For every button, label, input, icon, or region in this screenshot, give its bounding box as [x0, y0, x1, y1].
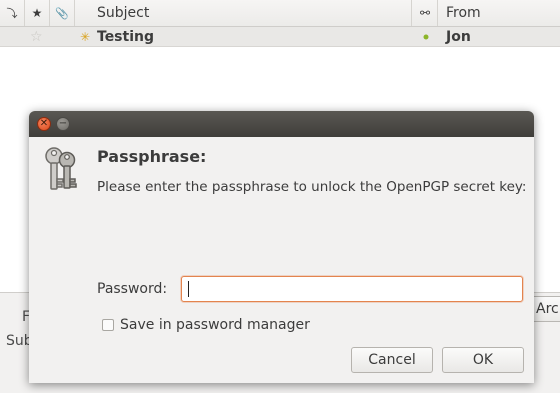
cancel-button[interactable]: Cancel	[351, 347, 433, 373]
passphrase-dialog: ✕ − Passphrase: Please enter the passphr	[29, 111, 534, 383]
correspondent-column-header[interactable]: ⚯	[413, 0, 438, 26]
thread-icon: ⤵	[6, 7, 18, 20]
subject-column-header[interactable]: Subject	[75, 0, 412, 26]
save-password-label[interactable]: Save in password manager	[120, 317, 310, 333]
archive-button[interactable]: Arc	[530, 296, 560, 322]
message-from: Jon	[446, 28, 471, 45]
attachment-column-header[interactable]: 📎	[50, 0, 75, 26]
subject-header-label: Subject	[97, 5, 150, 21]
dialog-title: Passphrase:	[97, 147, 207, 166]
from-column-header[interactable]: From	[438, 0, 560, 26]
text-cursor	[188, 281, 189, 297]
online-status-icon	[423, 27, 429, 46]
save-password-checkbox[interactable]	[102, 319, 114, 331]
password-field[interactable]	[181, 276, 523, 302]
keys-icon	[41, 145, 81, 197]
star-icon: ★	[31, 6, 43, 20]
password-label: Password:	[97, 281, 168, 297]
message-row[interactable]: ☆ ✳ Testing Jon	[0, 27, 560, 47]
correspondent-icon: ⚯	[419, 6, 431, 20]
from-header-label: From	[446, 5, 481, 21]
message-list-header: ⤵ ★ 📎 Subject ⚯ From	[0, 0, 560, 27]
ok-button[interactable]: OK	[442, 347, 524, 373]
new-message-icon: ✳	[80, 29, 91, 44]
thread-column-header[interactable]: ⤵	[0, 0, 25, 26]
close-window-button[interactable]: ✕	[37, 117, 51, 131]
minimize-icon: −	[58, 118, 68, 129]
star-column-header[interactable]: ★	[25, 0, 50, 26]
minimize-window-button[interactable]: −	[56, 117, 70, 131]
paperclip-icon: 📎	[55, 6, 69, 20]
message-subject: Testing	[97, 28, 154, 45]
close-icon: ✕	[39, 118, 49, 129]
dialog-titlebar[interactable]: ✕ −	[29, 111, 534, 137]
star-toggle-icon[interactable]: ☆	[30, 27, 43, 46]
dialog-message: Please enter the passphrase to unlock th…	[97, 179, 527, 195]
